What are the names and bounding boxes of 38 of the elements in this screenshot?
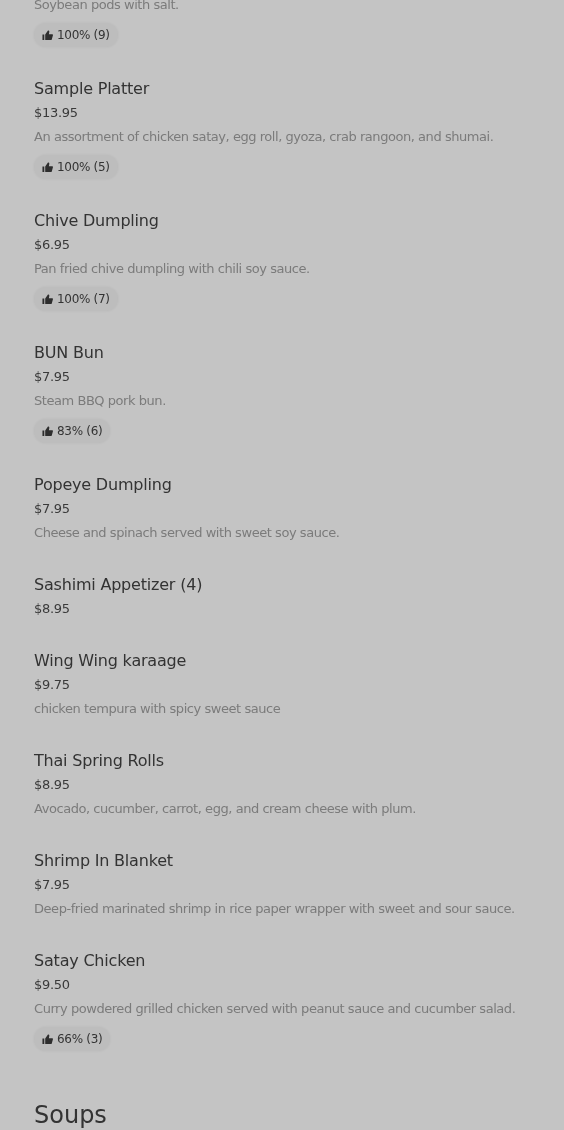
- rating-badge: 100% (9): [34, 23, 118, 47]
- item-name: Thai Spring Rolls: [34, 750, 165, 772]
- item-name: Wing Wing karaage: [34, 650, 188, 672]
- thumbs-up-icon: [42, 29, 53, 41]
- item-description: An assortment of chicken satay, egg roll, gyoza, crab rangoon, and shumai.: [34, 128, 495, 146]
- item-price: $7.95: [34, 500, 71, 518]
- thumbs-up-icon: [42, 161, 53, 173]
- item-description: Curry powdered grilled chicken served with peanut sauce and cucumber salad.: [34, 1000, 517, 1018]
- thumbs-up-icon: [42, 293, 53, 305]
- item-description: Deep-fried marinated shrimp in rice paper wrapper with sweet and sour sauce.: [34, 900, 516, 918]
- item-price: $9.75: [34, 676, 71, 694]
- item-price: $9.50: [34, 976, 71, 994]
- item-price: $7.95: [34, 368, 71, 386]
- item-price: $6.95: [34, 236, 71, 254]
- thumbs-up-icon: [42, 425, 53, 437]
- section-heading: Soups: [34, 1101, 108, 1129]
- item-name: Chive Dumpling: [34, 210, 160, 232]
- item-description: Cheese and spinach served with sweet soy sauce.: [34, 524, 341, 542]
- item-name: Sample Platter: [34, 78, 151, 100]
- item-description: Steam BBQ pork bun.: [34, 392, 167, 410]
- item-name: BUN Bun: [34, 342, 105, 364]
- item-description: Avocado, cucumber, carrot, egg, and cream cheese with plum.: [34, 800, 417, 818]
- item-price: $13.95: [34, 104, 79, 122]
- item-price: $7.95: [34, 876, 71, 894]
- thumbs-up-icon: [42, 1033, 53, 1045]
- item-description: Soybean pods with salt.: [34, 0, 180, 14]
- rating-badge: 83% (6): [34, 419, 111, 443]
- item-name: Satay Chicken: [34, 950, 147, 972]
- item-price: $8.95: [34, 600, 71, 618]
- item-name: Shrimp In Blanket: [34, 850, 174, 872]
- item-description: chicken tempura with spicy sweet sauce: [34, 700, 282, 718]
- rating-badge: 100% (7): [34, 287, 118, 311]
- item-name: Popeye Dumpling: [34, 474, 173, 496]
- item-description: Pan fried chive dumpling with chili soy sauce.: [34, 260, 311, 278]
- rating-badge: 66% (3): [34, 1027, 111, 1051]
- rating-badge: 100% (5): [34, 155, 118, 179]
- item-price: $8.95: [34, 776, 71, 794]
- item-name: Sashimi Appetizer (4): [34, 574, 204, 596]
